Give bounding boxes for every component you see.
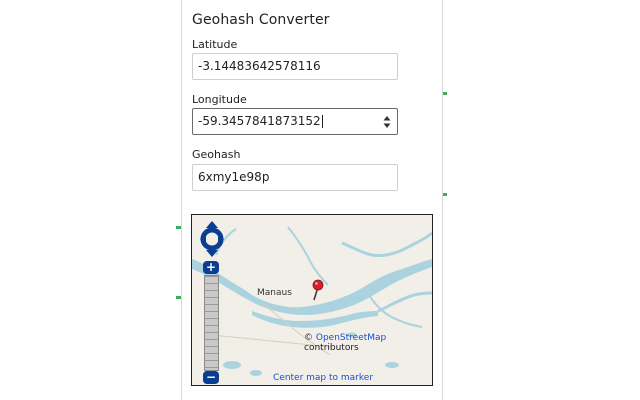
map-view[interactable]: + − Manaus © OpenStreetMap contributors … (191, 214, 433, 386)
zoom-slider[interactable] (204, 275, 219, 371)
longitude-input[interactable]: -59.3457841873152 (192, 108, 398, 135)
latitude-value: -3.14483642578116 (198, 59, 321, 73)
geohash-value: 6xmy1e98p (198, 170, 270, 184)
longitude-value: -59.3457841873152 (198, 114, 321, 128)
background-page-left (0, 0, 181, 400)
longitude-label: Longitude (192, 93, 247, 106)
page-accent-mark (443, 92, 447, 95)
zoom-out-button[interactable]: − (203, 371, 219, 384)
page-accent-mark (443, 193, 447, 196)
popup-title: Geohash Converter (192, 12, 330, 28)
center-map-link[interactable]: Center map to marker (273, 373, 373, 383)
latitude-input[interactable]: -3.14483642578116 (192, 53, 398, 80)
geohash-input[interactable]: 6xmy1e98p (192, 164, 398, 191)
geohash-label: Geohash (192, 148, 241, 161)
text-caret (321, 115, 323, 128)
number-spinner-icon[interactable] (383, 115, 391, 129)
map-marker-icon[interactable] (312, 279, 324, 301)
place-label-manaus: Manaus (257, 288, 292, 298)
zoom-in-button[interactable]: + (203, 261, 219, 274)
map-attribution: © OpenStreetMap contributors (304, 333, 432, 353)
attribution-suffix: contributors (304, 343, 359, 353)
openstreetmap-link[interactable]: OpenStreetMap (316, 333, 386, 343)
attribution-prefix: © (304, 333, 313, 343)
geohash-converter-popup: Geohash Converter Latitude -3.1448364257… (181, 0, 443, 400)
zoom-control: + − (203, 261, 219, 385)
pan-control-icon[interactable] (200, 221, 224, 257)
latitude-label: Latitude (192, 38, 238, 51)
background-page-right (443, 0, 640, 400)
